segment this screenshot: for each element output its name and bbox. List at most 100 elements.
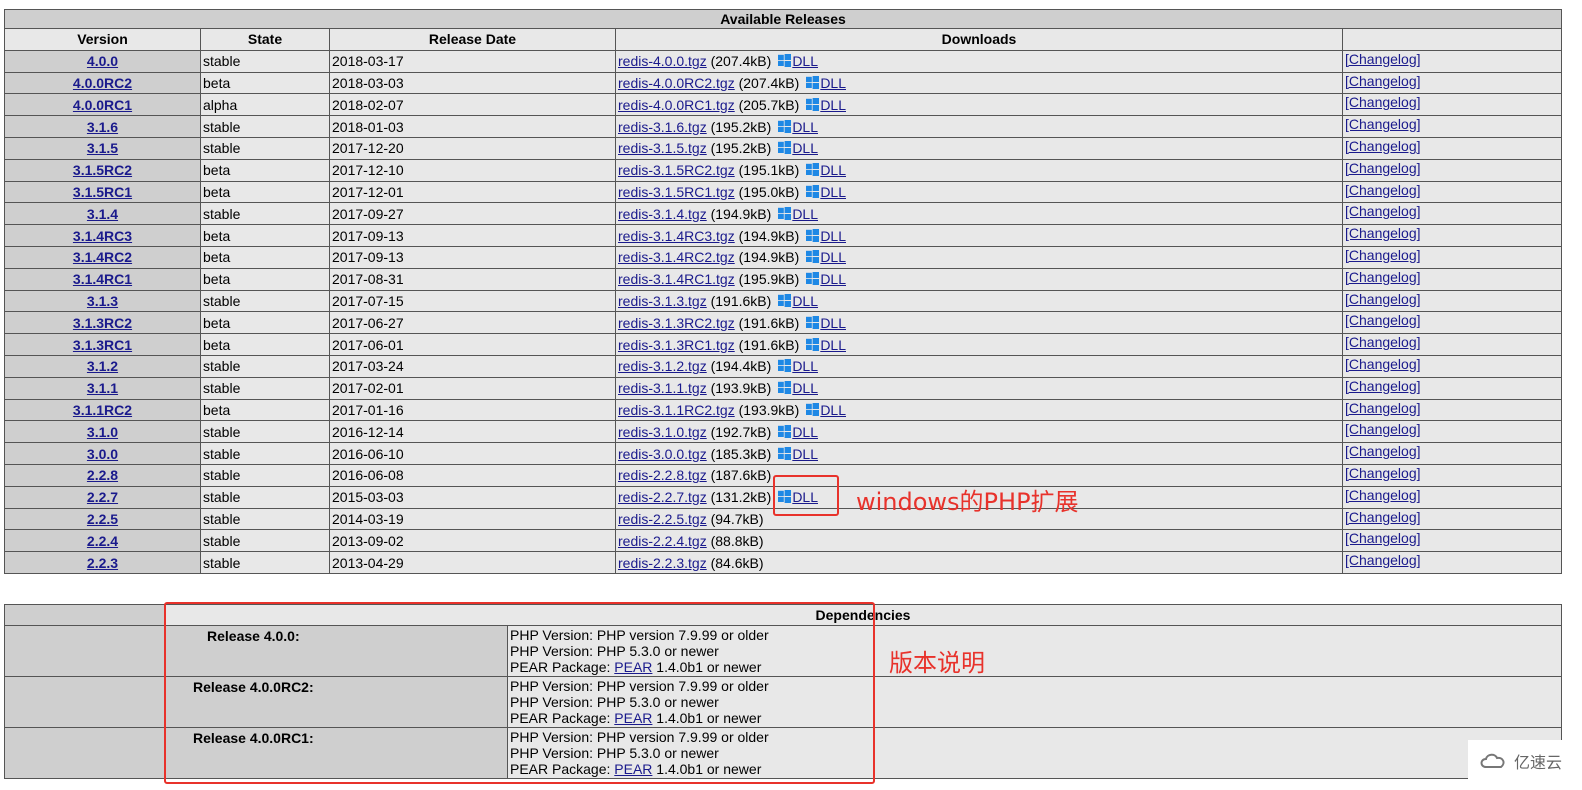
version-link[interactable]: 3.1.3RC2 [73,315,132,331]
version-link[interactable]: 3.1.1RC2 [73,402,132,418]
tgz-download-link[interactable]: redis-2.2.8.tgz [618,467,707,483]
version-link[interactable]: 2.2.4 [87,533,118,549]
version-link[interactable]: 3.1.4RC3 [73,228,132,244]
version-cell: 3.1.5RC1 [4,180,201,204]
version-link[interactable]: 3.1.6 [87,119,118,135]
version-link[interactable]: 4.0.0 [87,53,118,69]
version-link[interactable]: 2.2.3 [87,555,118,571]
dll-download-link[interactable]: DLL [820,97,846,113]
windows-icon [806,75,820,89]
changelog-link[interactable]: [Changelog] [1345,444,1421,460]
changelog-link[interactable]: [Changelog] [1345,553,1421,569]
version-link[interactable]: 4.0.0RC2 [73,75,132,91]
tgz-download-link[interactable]: redis-3.1.3.tgz [618,293,707,309]
changelog-link[interactable]: [Changelog] [1345,291,1421,307]
version-link[interactable]: 3.1.5 [87,140,118,156]
tgz-download-link[interactable]: redis-2.2.4.tgz [618,533,707,549]
dll-download-link[interactable]: DLL [820,75,846,91]
version-link[interactable]: 2.2.5 [87,511,118,527]
changelog-link[interactable]: [Changelog] [1345,95,1421,111]
changelog-link[interactable]: [Changelog] [1345,465,1421,481]
changelog-link[interactable]: [Changelog] [1345,247,1421,263]
tgz-download-link[interactable]: redis-3.1.5RC2.tgz [618,162,735,178]
dll-download-link[interactable]: DLL [820,184,846,200]
dll-download-link[interactable]: DLL [792,119,818,135]
version-link[interactable]: 3.1.4 [87,206,118,222]
tgz-download-link[interactable]: redis-3.1.4RC2.tgz [618,249,735,265]
changelog-link[interactable]: [Changelog] [1345,378,1421,394]
tgz-download-link[interactable]: redis-3.1.6.tgz [618,119,707,135]
changelog-link[interactable]: [Changelog] [1345,51,1421,67]
tgz-download-link[interactable]: redis-4.0.0.tgz [618,53,707,69]
version-link[interactable]: 3.0.0 [87,446,118,462]
version-link[interactable]: 3.1.0 [87,424,118,440]
version-link[interactable]: 3.1.2 [87,358,118,374]
changelog-link[interactable]: [Changelog] [1345,182,1421,198]
tgz-download-link[interactable]: redis-3.1.2.tgz [618,358,707,374]
changelog-link[interactable]: [Changelog] [1345,531,1421,547]
changelog-link[interactable]: [Changelog] [1345,422,1421,438]
changelog-link[interactable]: [Changelog] [1345,73,1421,89]
dll-download-link[interactable]: DLL [792,140,818,156]
release-row: 4.0.0RC1 alpha 2018-02-07 redis-4.0.0RC1.tg… [4,93,1563,117]
tgz-download-link[interactable]: redis-3.1.4RC3.tgz [618,228,735,244]
downloads-cell: redis-3.1.3RC1.tgz (191.6kB) DLL [615,333,1343,356]
dll-download-link[interactable]: DLL [792,380,818,396]
changelog-link[interactable]: [Changelog] [1345,226,1421,242]
tgz-download-link[interactable]: redis-3.1.3RC1.tgz [618,337,735,353]
tgz-download-link[interactable]: redis-3.0.0.tgz [618,446,707,462]
changelog-link[interactable]: [Changelog] [1345,313,1421,329]
dll-download-link[interactable]: DLL [820,315,846,331]
dll-download-link[interactable]: DLL [792,293,818,309]
version-link[interactable]: 3.1.1 [87,380,118,396]
changelog-link[interactable]: [Changelog] [1345,487,1421,503]
changelog-link[interactable]: [Changelog] [1345,509,1421,525]
version-link[interactable]: 3.1.4RC2 [73,249,132,265]
version-cell: 3.1.3 [4,289,201,313]
dll-download-link[interactable]: DLL [820,249,846,265]
changelog-link[interactable]: [Changelog] [1345,356,1421,372]
dll-download-link[interactable]: DLL [792,358,818,374]
changelog-link[interactable]: [Changelog] [1345,160,1421,176]
dll-download-link[interactable]: DLL [792,206,818,222]
release-date-cell: 2016-06-10 [329,442,616,465]
tgz-download-link[interactable]: redis-3.1.1.tgz [618,380,707,396]
changelog-cell: [Changelog] [1341,398,1563,422]
dll-download-link[interactable]: DLL [820,162,846,178]
dll-download-link[interactable]: DLL [820,271,846,287]
windows-icon [806,402,820,416]
dll-download-link[interactable]: DLL [792,424,818,440]
tgz-download-link[interactable]: redis-4.0.0RC2.tgz [618,75,735,91]
tgz-download-link[interactable]: redis-2.2.5.tgz [618,511,707,527]
tgz-download-link[interactable]: redis-2.2.7.tgz [618,489,707,505]
changelog-link[interactable]: [Changelog] [1345,400,1421,416]
version-link[interactable]: 4.0.0RC1 [73,97,132,113]
tgz-download-link[interactable]: redis-3.1.3RC2.tgz [618,315,735,331]
dll-download-link[interactable]: DLL [792,446,818,462]
tgz-download-link[interactable]: redis-4.0.0RC1.tgz [618,97,735,113]
version-link[interactable]: 3.1.5RC2 [73,162,132,178]
dll-download-link[interactable]: DLL [820,402,846,418]
version-link[interactable]: 3.1.4RC1 [73,271,132,287]
changelog-link[interactable]: [Changelog] [1345,138,1421,154]
tgz-download-link[interactable]: redis-3.1.0.tgz [618,424,707,440]
tgz-download-link[interactable]: redis-3.1.4.tgz [618,206,707,222]
changelog-link[interactable]: [Changelog] [1345,204,1421,220]
tgz-download-link[interactable]: redis-3.1.4RC1.tgz [618,271,735,287]
tgz-download-link[interactable]: redis-3.1.1RC2.tgz [618,402,735,418]
tgz-download-link[interactable]: redis-3.1.5.tgz [618,140,707,156]
dll-download-link[interactable]: DLL [820,337,846,353]
dll-download-link[interactable]: DLL [792,53,818,69]
changelog-link[interactable]: [Changelog] [1345,269,1421,285]
changelog-link[interactable]: [Changelog] [1345,117,1421,133]
changelog-link[interactable]: [Changelog] [1345,335,1421,351]
version-link[interactable]: 2.2.7 [87,489,118,505]
version-link[interactable]: 3.1.3 [87,293,118,309]
version-link[interactable]: 2.2.8 [87,467,118,483]
version-link[interactable]: 3.1.5RC1 [73,184,132,200]
version-link[interactable]: 3.1.3RC1 [73,337,132,353]
tgz-download-link[interactable]: redis-3.1.5RC1.tgz [618,184,735,200]
release-date-cell: 2016-12-14 [329,420,616,444]
dll-download-link[interactable]: DLL [820,228,846,244]
tgz-download-link[interactable]: redis-2.2.3.tgz [618,555,707,571]
